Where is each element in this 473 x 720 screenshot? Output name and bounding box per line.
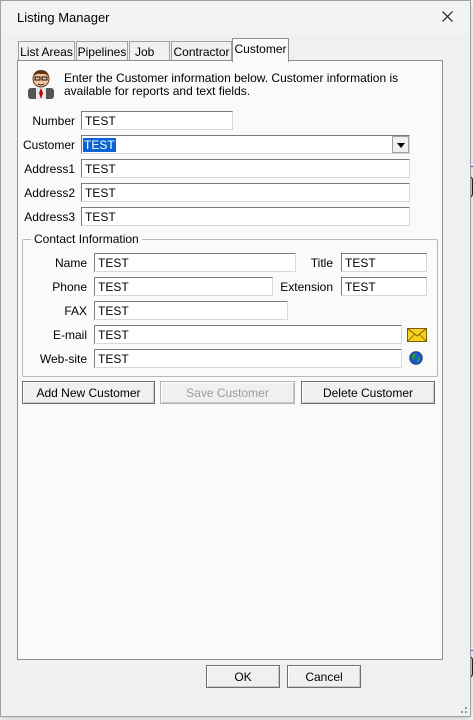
contact-title-field[interactable]: TEST xyxy=(341,253,427,272)
delete-customer-button[interactable]: Delete Customer xyxy=(301,381,435,404)
tab-contractor[interactable]: Contractor xyxy=(171,41,232,61)
contact-fax-field[interactable]: TEST xyxy=(94,301,288,320)
resize-grip-icon[interactable] xyxy=(458,704,468,714)
customer-panel: Enter the Customer information below. Cu… xyxy=(17,60,443,660)
contact-title-label: Title xyxy=(310,256,333,270)
listing-manager-dialog: Listing Manager List Areas Pipelines Job… xyxy=(0,0,471,717)
contact-name-field[interactable]: TEST xyxy=(94,253,296,272)
contact-extension-label: Extension xyxy=(280,280,333,294)
globe-icon[interactable] xyxy=(409,351,423,365)
save-customer-button[interactable]: Save Customer xyxy=(160,381,295,404)
add-new-customer-button[interactable]: Add New Customer xyxy=(22,381,155,404)
contact-group-title: Contact Information xyxy=(31,232,142,246)
contact-phone-field[interactable]: TEST xyxy=(94,277,273,296)
tab-pipelines[interactable]: Pipelines xyxy=(76,41,128,61)
customer-label: Customer xyxy=(22,138,75,152)
tab-customer[interactable]: Customer xyxy=(232,38,289,62)
customer-select[interactable]: TEST xyxy=(81,135,410,154)
address2-label: Address2 xyxy=(24,186,75,200)
customer-selected-value: TEST xyxy=(83,138,116,152)
address3-label: Address3 xyxy=(24,210,75,224)
close-button[interactable] xyxy=(434,4,462,30)
contact-phone-label: Phone xyxy=(52,280,87,294)
tab-list-areas[interactable]: List Areas xyxy=(18,41,75,61)
contact-email-field[interactable]: TEST xyxy=(94,325,402,344)
person-icon xyxy=(28,70,54,99)
tab-job[interactable]: Job xyxy=(129,41,170,61)
chevron-down-icon[interactable] xyxy=(392,136,409,153)
address1-label: Address1 xyxy=(24,162,75,176)
close-icon xyxy=(442,11,453,22)
contact-extension-field[interactable]: TEST xyxy=(341,277,427,296)
title-bar: Listing Manager xyxy=(1,1,470,34)
intro-text: Enter the Customer information below. Cu… xyxy=(64,71,399,98)
contact-fax-label: FAX xyxy=(64,304,87,318)
contact-website-field[interactable]: TEST xyxy=(94,349,402,368)
address1-field[interactable]: TEST xyxy=(81,159,410,178)
contact-website-label: Web-site xyxy=(39,352,87,366)
address3-field[interactable]: TEST xyxy=(81,207,410,226)
contact-name-label: Name xyxy=(54,256,87,270)
ok-button[interactable]: OK xyxy=(206,665,280,688)
address2-field[interactable]: TEST xyxy=(81,183,410,202)
contact-information-group: Contact Information Name TEST Title TEST… xyxy=(22,232,438,377)
contact-email-label: E-mail xyxy=(52,328,87,342)
envelope-icon[interactable] xyxy=(407,328,427,342)
number-field[interactable]: TEST xyxy=(81,111,233,130)
window-title: Listing Manager xyxy=(17,10,110,25)
number-label: Number xyxy=(32,114,75,128)
cancel-button[interactable]: Cancel xyxy=(287,665,361,688)
